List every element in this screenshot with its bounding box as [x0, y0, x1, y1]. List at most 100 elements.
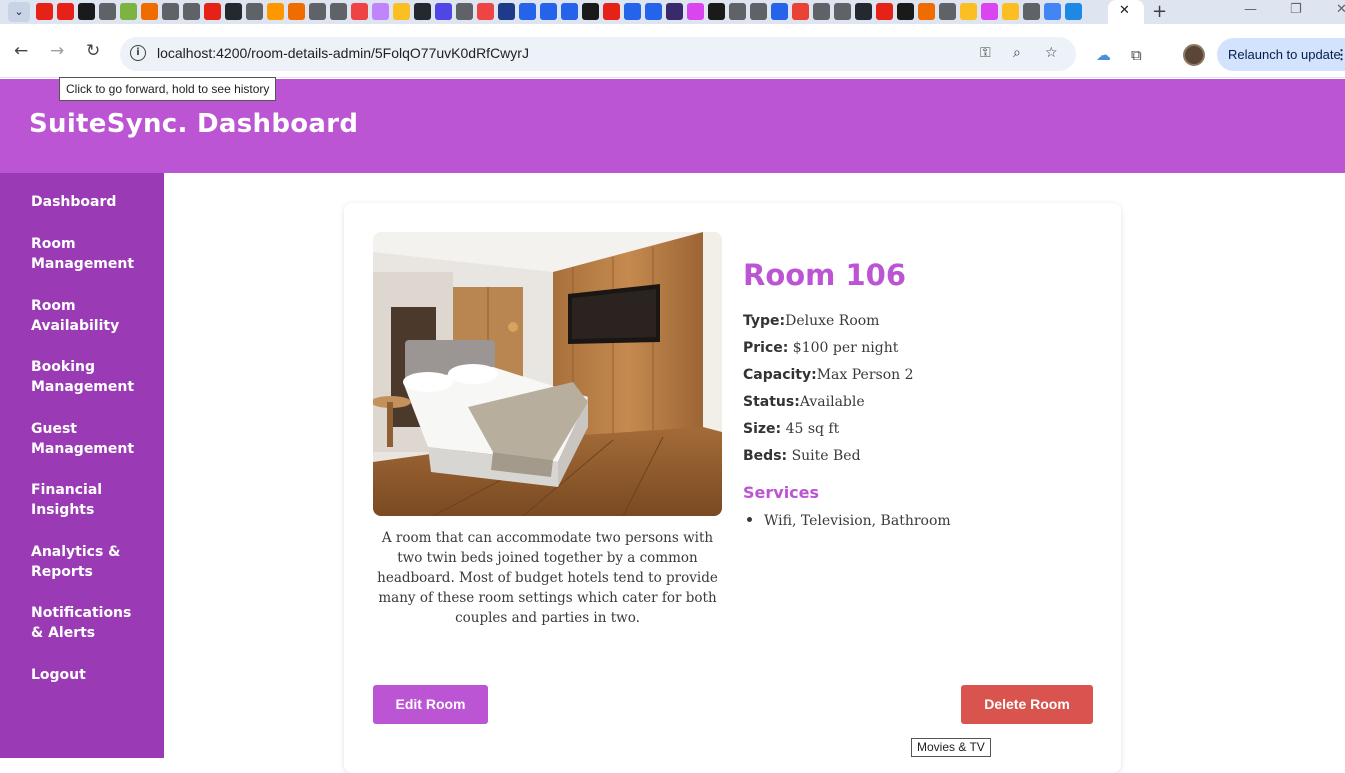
- pinned-tab-favicon-icon[interactable]: [666, 3, 683, 20]
- spec-price: Price: $100 per night: [743, 338, 898, 358]
- spec-status-label: Status:: [743, 394, 800, 410]
- pinned-tab-favicon-icon[interactable]: [456, 3, 473, 20]
- pinned-tab-favicon-icon[interactable]: [960, 3, 977, 20]
- close-window-icon[interactable]: ✕: [1336, 2, 1345, 17]
- pinned-tab-favicon-icon[interactable]: [897, 3, 914, 20]
- forward-tooltip: Click to go forward, hold to see history: [59, 77, 277, 101]
- pinned-tab-favicon-icon[interactable]: [939, 3, 956, 20]
- pinned-tab-favicon-icon[interactable]: [729, 3, 746, 20]
- spec-size-value: 45 sq ft: [781, 421, 840, 437]
- profile-avatar[interactable]: [1183, 44, 1205, 66]
- pinned-tab-favicon-icon[interactable]: [813, 3, 830, 20]
- sidebar-item-analytics-reports[interactable]: Analytics & Reports: [31, 542, 141, 582]
- pinned-tab-favicon-icon[interactable]: [414, 3, 431, 20]
- pinned-tab-favicon-icon[interactable]: [1044, 3, 1061, 20]
- pinned-tab-favicon-icon[interactable]: [771, 3, 788, 20]
- pinned-tab-favicon-icon[interactable]: [981, 3, 998, 20]
- pinned-tab-favicon-icon[interactable]: [1023, 3, 1040, 20]
- spec-type-label: Type:: [743, 313, 786, 329]
- browser-toolbar: ← → ↻ i localhost:4200/room-details-admi…: [0, 24, 1345, 78]
- spec-beds-label: Beds:: [743, 448, 788, 464]
- pinned-tab-favicon-icon[interactable]: [477, 3, 494, 20]
- pinned-tab-favicon-icon[interactable]: [57, 3, 74, 20]
- pinned-tab-favicon-icon[interactable]: [309, 3, 326, 20]
- relaunch-label: Relaunch to update: [1228, 47, 1341, 62]
- spec-size: Size: 45 sq ft: [743, 419, 839, 439]
- spec-type: Type:Deluxe Room: [743, 311, 879, 331]
- pinned-tab-favicon-icon[interactable]: [141, 3, 158, 20]
- pinned-tab-favicon-icon[interactable]: [834, 3, 851, 20]
- pinned-tab-favicon-icon[interactable]: [78, 3, 95, 20]
- sidebar-item-dashboard[interactable]: Dashboard: [31, 192, 141, 212]
- restore-icon[interactable]: ❐: [1290, 2, 1302, 17]
- new-tab-icon[interactable]: +: [1152, 1, 1167, 22]
- extensions-puzzle-icon[interactable]: ⧉: [1131, 46, 1142, 64]
- more-menu-icon[interactable]: ⋮: [1335, 38, 1345, 71]
- pinned-tab-favicon-icon[interactable]: [393, 3, 410, 20]
- pinned-tab-favicon-icon[interactable]: [1002, 3, 1019, 20]
- cloud-extension-icon[interactable]: ☁: [1096, 46, 1111, 64]
- pinned-tab-favicon-icon[interactable]: [99, 3, 116, 20]
- delete-room-button[interactable]: Delete Room: [961, 685, 1093, 724]
- sidebar-item-financial-insights[interactable]: Financial Insights: [31, 480, 141, 520]
- minimize-icon[interactable]: —: [1244, 2, 1257, 17]
- bookmark-star-icon[interactable]: ☆: [1045, 45, 1058, 61]
- pinned-tab-favicon-icon[interactable]: [330, 3, 347, 20]
- pinned-tab-favicon-icon[interactable]: [183, 3, 200, 20]
- browser-tabstrip: ⌄ ✕ + — ❐ ✕: [0, 0, 1345, 24]
- pinned-tab-favicon-icon[interactable]: [519, 3, 536, 20]
- back-icon[interactable]: ←: [14, 41, 28, 61]
- sidebar-item-guest-management[interactable]: Guest Management: [31, 419, 141, 459]
- pinned-tab-favicon-icon[interactable]: [750, 3, 767, 20]
- pinned-tab-favicon-icon[interactable]: [372, 3, 389, 20]
- pinned-tab-favicon-icon[interactable]: [351, 3, 368, 20]
- pinned-tab-favicon-icon[interactable]: [498, 3, 515, 20]
- site-info-icon[interactable]: i: [130, 45, 146, 61]
- sidebar-item-room-management[interactable]: Room Management: [31, 234, 141, 274]
- pinned-tab-favicon-icon[interactable]: [645, 3, 662, 20]
- spec-beds-value: Suite Bed: [787, 448, 861, 464]
- pinned-tab-favicon-icon[interactable]: [435, 3, 452, 20]
- pinned-tab-favicon-icon[interactable]: [267, 3, 284, 20]
- pinned-tab-favicon-icon[interactable]: [855, 3, 872, 20]
- pinned-tab-favicon-icon[interactable]: [708, 3, 725, 20]
- app-title: SuiteSync. Dashboard: [29, 109, 359, 139]
- close-tab-icon[interactable]: ✕: [1119, 3, 1130, 18]
- pinned-tab-favicon-icon[interactable]: [792, 3, 809, 20]
- password-key-icon[interactable]: ⚿: [980, 45, 991, 61]
- spec-status: Status:Available: [743, 392, 865, 412]
- pinned-tab-favicon-icon[interactable]: [120, 3, 137, 20]
- relaunch-button[interactable]: Relaunch to update ⋮: [1217, 38, 1345, 71]
- sidebar-item-notifications-alerts[interactable]: Notifications & Alerts: [31, 603, 141, 643]
- address-bar[interactable]: i localhost:4200/room-details-admin/5Fol…: [120, 37, 1076, 71]
- edit-room-button[interactable]: Edit Room: [373, 685, 488, 724]
- pinned-tab-favicon-icon[interactable]: [204, 3, 221, 20]
- sidebar-item-booking-management[interactable]: Booking Management: [31, 357, 141, 397]
- room-image: [373, 232, 722, 516]
- tab-search-icon[interactable]: ⌄: [8, 2, 30, 22]
- pinned-tab-favicon-icon[interactable]: [246, 3, 263, 20]
- spec-capacity: Capacity:Max Person 2: [743, 365, 914, 385]
- pinned-tab-favicon-icon[interactable]: [36, 3, 53, 20]
- pinned-tab-favicon-icon[interactable]: [288, 3, 305, 20]
- pinned-tab-favicon-icon[interactable]: [162, 3, 179, 20]
- url-text[interactable]: localhost:4200/room-details-admin/5FolqO…: [157, 45, 529, 61]
- spec-price-value: $100 per night: [788, 340, 899, 356]
- pinned-tab-favicon-icon[interactable]: [1065, 3, 1082, 20]
- pinned-tab-favicon-icon[interactable]: [603, 3, 620, 20]
- reload-icon[interactable]: ↻: [86, 41, 100, 61]
- pinned-tab-favicon-icon[interactable]: [225, 3, 242, 20]
- pinned-tab-favicon-icon[interactable]: [876, 3, 893, 20]
- pinned-tab-favicon-icon[interactable]: [582, 3, 599, 20]
- pinned-tab-favicon-icon[interactable]: [540, 3, 557, 20]
- sidebar-item-room-availability[interactable]: Room Availability: [31, 296, 141, 336]
- pinned-tab-favicon-icon[interactable]: [687, 3, 704, 20]
- spec-capacity-value: Max Person 2: [816, 367, 914, 383]
- pinned-tab-favicon-icon[interactable]: [918, 3, 935, 20]
- zoom-icon[interactable]: ⌕: [1013, 45, 1021, 61]
- forward-icon[interactable]: →: [50, 41, 64, 61]
- pinned-tab-favicon-icon[interactable]: [624, 3, 641, 20]
- pinned-tab-favicon-icon[interactable]: [561, 3, 578, 20]
- sidebar-item-logout[interactable]: Logout: [31, 665, 141, 685]
- active-tab[interactable]: ✕: [1108, 0, 1144, 24]
